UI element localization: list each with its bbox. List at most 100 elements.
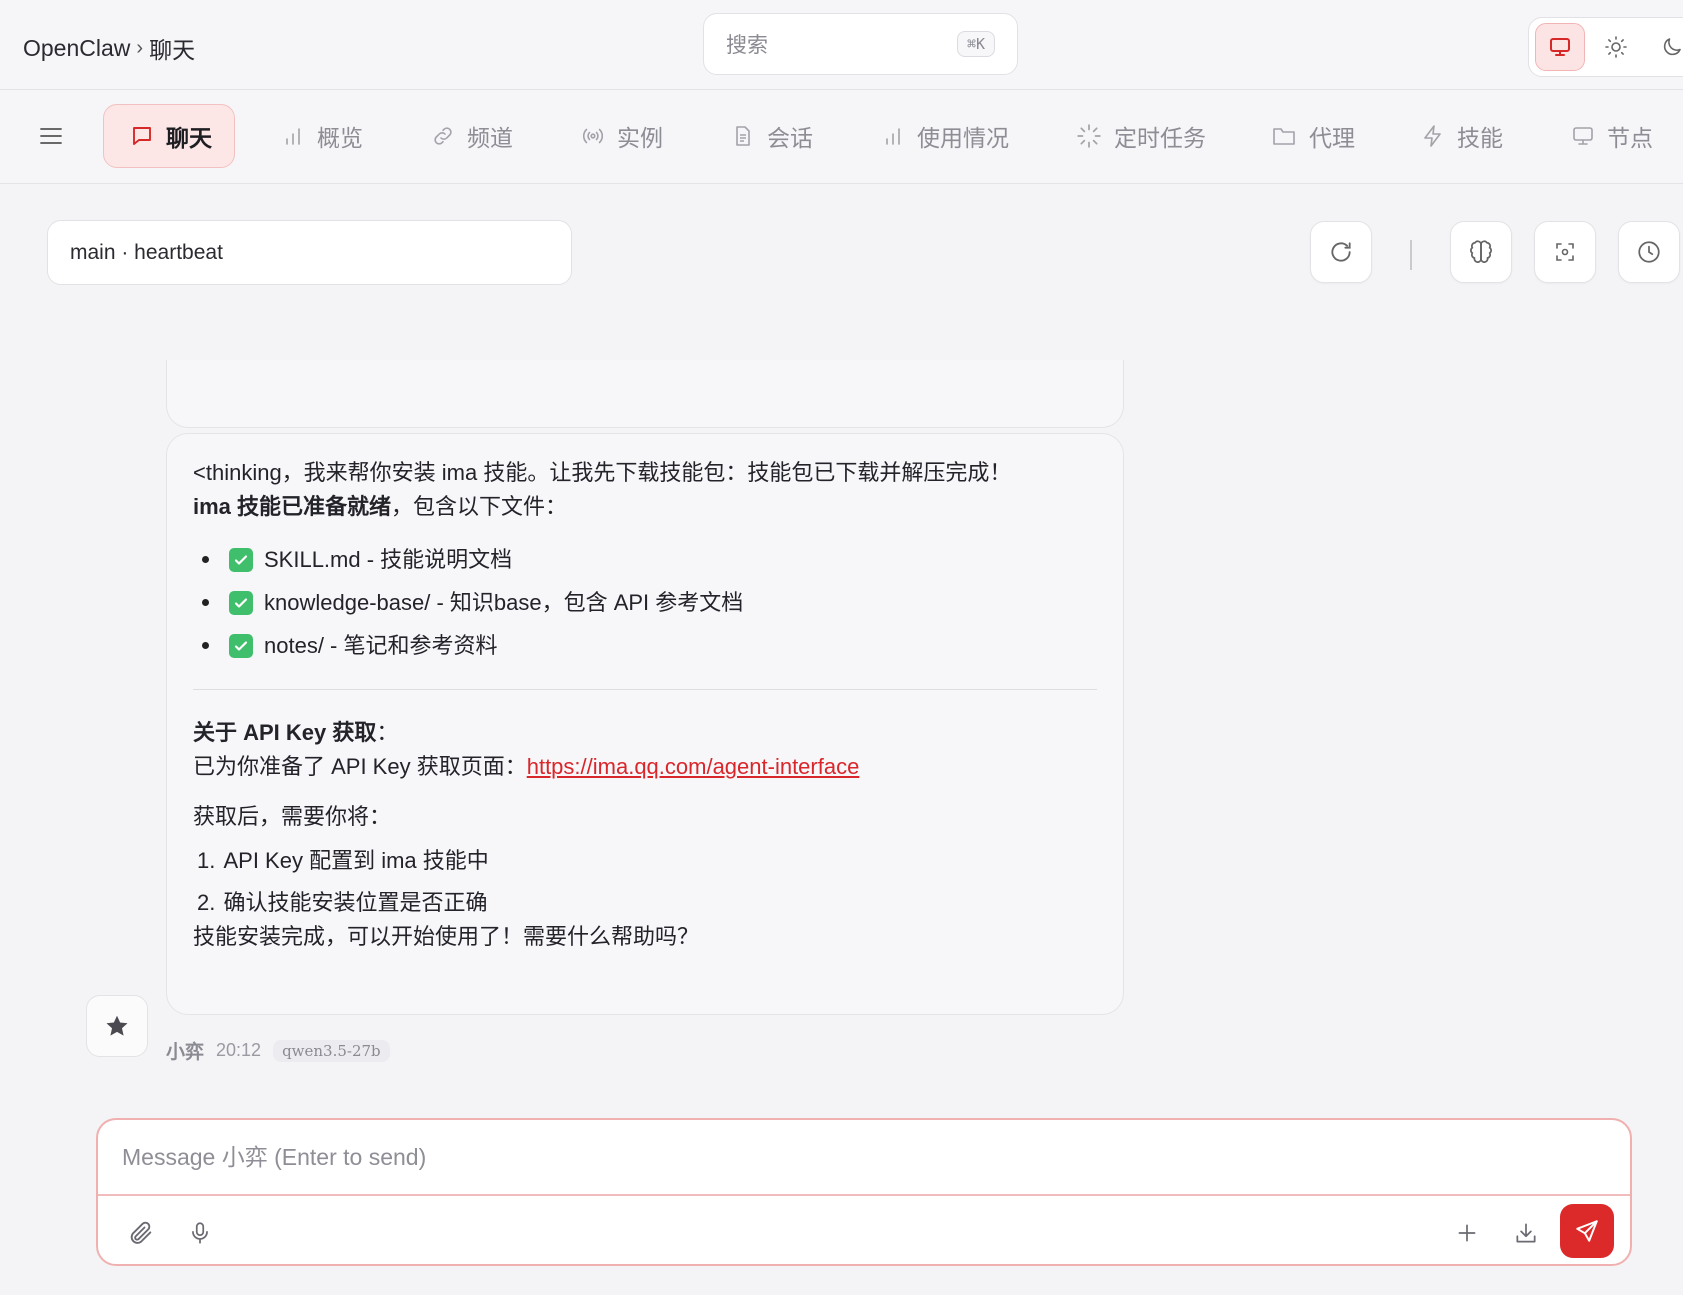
export-button[interactable]: [1509, 1216, 1543, 1250]
message-composer: [96, 1118, 1632, 1266]
moon-icon: [1660, 35, 1683, 59]
session-label: main · heartbeat: [70, 240, 223, 264]
breadcrumb-separator: ›: [136, 36, 144, 59]
tab-label: 会话: [767, 125, 813, 151]
search-shortcut-badge: ⌘K: [956, 31, 995, 57]
hamburger-icon: [38, 123, 64, 149]
history-button[interactable]: [1618, 221, 1680, 283]
message-ready-bold: ima 技能已准备就绪: [193, 494, 392, 520]
toolbar-divider: [1410, 240, 1412, 270]
message-time: 20:12: [216, 1040, 262, 1060]
search-box[interactable]: 搜索 ⌘K: [703, 13, 1018, 75]
download-icon: [1513, 1220, 1539, 1246]
breadcrumb-current: 聊天: [149, 37, 196, 63]
search-placeholder: 搜索: [726, 34, 768, 57]
message-meta: 小弈 20:12 qwen3.5-27b: [166, 1037, 390, 1064]
steps-list: 1. API Key 配置到 ima 技能中 2. 确认技能安装位置是否正确: [193, 840, 1097, 924]
previous-message-bubble: [166, 360, 1124, 428]
step-text: API Key 配置到 ima 技能中: [223, 848, 489, 874]
menu-button[interactable]: [38, 123, 64, 149]
tab-sessions[interactable]: 会话: [705, 104, 835, 168]
step-number: 1.: [197, 848, 216, 874]
bullet: [202, 599, 209, 607]
theme-system-button[interactable]: [1535, 23, 1585, 71]
file-item-text: notes/ - 笔记和参考资料: [264, 632, 498, 658]
list-item: SKILL.md - 技能说明文档: [193, 538, 1097, 581]
check-icon: [229, 590, 253, 615]
tab-overview[interactable]: 概览: [255, 104, 385, 168]
message-ready-rest: ，包含以下文件：: [391, 494, 568, 520]
tab-channels[interactable]: 频道: [405, 104, 535, 168]
tab-label: 聊天: [166, 125, 212, 151]
file-list: SKILL.md - 技能说明文档 knowledge-base/ - 知识ba…: [193, 538, 1097, 667]
message-intro: <thinking，我来帮你安装 ima 技能。让我先下载技能包：技能包已下载并…: [193, 460, 1012, 485]
api-key-link[interactable]: https://ima.qq.com/agent-interface: [527, 754, 860, 779]
api-heading: 关于 API Key 获取: [193, 720, 377, 746]
refresh-button[interactable]: [1310, 221, 1372, 283]
api-text: 已为你准备了 API Key 获取页面：: [193, 754, 527, 780]
plus-icon: [1454, 1220, 1480, 1246]
new-chat-button[interactable]: [1450, 1216, 1484, 1250]
theme-light-button[interactable]: [1591, 23, 1641, 71]
clock-icon: [1636, 239, 1662, 265]
sender-name: 小弈: [166, 1042, 205, 1063]
link-icon: [431, 124, 455, 148]
focus-icon: [1553, 240, 1577, 264]
star-icon: [104, 1013, 130, 1039]
tab-label: 代理: [1309, 125, 1355, 151]
tab-label: 节点: [1607, 125, 1653, 151]
top-bar: OpenClaw › 聊天 搜索 ⌘K: [0, 0, 1683, 90]
list-item: notes/ - 笔记和参考资料: [193, 624, 1097, 667]
api-text-line: 已为你准备了 API Key 获取页面：https://ima.qq.com/a…: [193, 750, 1097, 784]
message-input[interactable]: [98, 1120, 1630, 1196]
theme-dark-button[interactable]: [1647, 23, 1683, 71]
tab-label: 技能: [1457, 125, 1503, 151]
file-item-text: SKILL.md - 技能说明文档: [264, 546, 513, 572]
tab-nodes[interactable]: 节点: [1545, 104, 1675, 168]
microphone-icon: [187, 1220, 213, 1246]
send-icon: [1574, 1218, 1600, 1244]
tab-usage[interactable]: 使用情况: [855, 104, 1031, 168]
folder-icon: [1271, 124, 1297, 148]
monitor-icon: [1548, 35, 1572, 59]
tab-label: 实例: [617, 125, 663, 151]
list-item: 1. API Key 配置到 ima 技能中: [193, 840, 1097, 882]
brain-icon: [1468, 239, 1494, 265]
thinking-toggle-button[interactable]: [1450, 221, 1512, 283]
tab-agents[interactable]: 代理: [1245, 104, 1377, 168]
breadcrumb-app[interactable]: OpenClaw: [23, 35, 130, 62]
send-button[interactable]: [1560, 1204, 1614, 1258]
api-heading-colon: ：: [376, 720, 399, 746]
refresh-icon: [1328, 239, 1354, 265]
sun-icon: [1604, 35, 1628, 59]
message-ready-line: ima 技能已准备就绪，包含以下文件：: [193, 490, 1097, 524]
step-number: 2.: [197, 890, 216, 916]
tab-label: 使用情况: [917, 125, 1009, 151]
divider: [193, 689, 1097, 691]
list-item: knowledge-base/ - 知识base，包含 API 参考文档: [193, 581, 1097, 624]
model-badge: qwen3.5-27b: [273, 1039, 390, 1062]
after-text: 获取后，需要你将：: [193, 804, 392, 830]
tab-skills[interactable]: 技能: [1395, 104, 1525, 168]
voice-input-button[interactable]: [183, 1216, 217, 1250]
paperclip-icon: [127, 1219, 155, 1247]
tab-scheduled-tasks[interactable]: 定时任务: [1050, 104, 1228, 168]
theme-switcher: [1528, 17, 1683, 77]
bullet: [202, 556, 209, 564]
assistant-avatar: [86, 995, 148, 1057]
session-selector[interactable]: main · heartbeat: [47, 220, 572, 285]
step-text: 确认技能安装位置是否正确: [223, 890, 488, 916]
tab-chat[interactable]: 聊天: [103, 104, 235, 168]
tab-label: 频道: [467, 125, 513, 151]
focus-button[interactable]: [1534, 221, 1596, 283]
nav-bar: 聊天 概览 频道 实例 会话 使用情况 定时任务 代理 技能 节点: [0, 90, 1683, 184]
bar-chart-icon: [881, 124, 905, 148]
radio-signal-icon: [581, 124, 605, 148]
file-item-text: knowledge-base/ - 知识base，包含 API 参考文档: [264, 589, 744, 615]
assistant-message-bubble: <thinking，我来帮你安装 ima 技能。让我先下载技能包：技能包已下载并…: [166, 433, 1124, 1015]
tab-instances[interactable]: 实例: [555, 104, 685, 168]
attach-button[interactable]: [124, 1216, 158, 1250]
chat-bubble-icon: [130, 124, 154, 148]
tab-label: 定时任务: [1114, 125, 1206, 151]
breadcrumb: OpenClaw › 聊天: [23, 31, 195, 65]
